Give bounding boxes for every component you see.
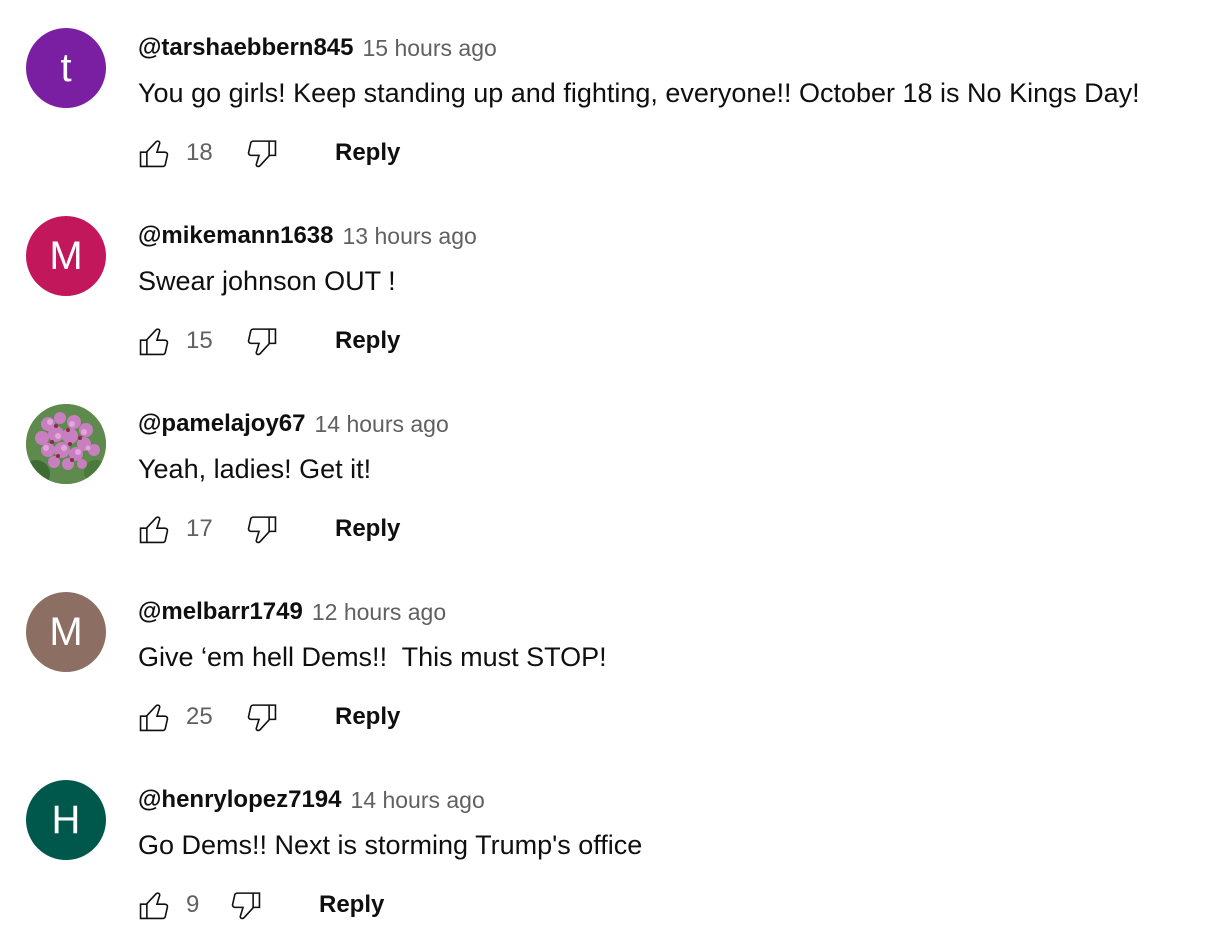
avatar-letter: M (49, 234, 83, 278)
dislike-button[interactable] (242, 134, 282, 172)
like-button[interactable] (134, 698, 174, 736)
reply-button[interactable]: Reply (335, 327, 400, 355)
comment-item: @pamelajoy67 14 hours ago Yeah, ladies! … (0, 376, 1216, 564)
avatar-letter: M (49, 610, 83, 654)
dislike-button[interactable] (242, 322, 282, 360)
avatar[interactable]: M (26, 592, 106, 672)
comment-actions: 17 Reply (134, 510, 400, 548)
comment-text: Go Dems!! Next is storming Trump's offic… (138, 830, 643, 860)
comment-item: M @melbarr1749 12 hours ago Give ‘em hel… (0, 564, 1216, 752)
thumbs-down-icon (247, 140, 277, 168)
avatar[interactable]: M (26, 216, 106, 296)
like-button[interactable] (134, 510, 174, 548)
like-button[interactable] (134, 322, 174, 360)
avatar[interactable]: H (26, 780, 106, 860)
thumbs-down-icon (247, 516, 277, 544)
reply-button[interactable]: Reply (319, 891, 384, 919)
comment-timestamp[interactable]: 14 hours ago (350, 787, 484, 814)
like-count: 9 (186, 891, 200, 918)
thumbs-up-icon (139, 140, 169, 168)
comment-author[interactable]: @pamelajoy67 (138, 410, 305, 438)
thumbs-up-icon (139, 704, 169, 732)
like-count: 15 (186, 327, 213, 354)
comment-header: @tarshaebbern845 15 hours ago (138, 32, 497, 64)
comment-text: Yeah, ladies! Get it! (138, 454, 372, 484)
comment-timestamp[interactable]: 15 hours ago (363, 35, 497, 62)
reply-button[interactable]: Reply (335, 703, 400, 731)
dislike-button[interactable] (242, 510, 282, 548)
dislike-button[interactable] (242, 698, 282, 736)
like-button[interactable] (134, 134, 174, 172)
like-count: 18 (186, 139, 213, 166)
like-count: 17 (186, 515, 213, 542)
comment-actions: 9 Reply (134, 886, 384, 924)
comment-author[interactable]: @mikemann1638 (138, 222, 334, 250)
comment-timestamp[interactable]: 13 hours ago (343, 223, 477, 250)
thumbs-down-icon (231, 892, 261, 920)
comment-text: Swear johnson OUT ! (138, 266, 396, 296)
comment-text: Give ‘em hell Dems!! This must STOP! (138, 642, 607, 672)
comment-actions: 25 Reply (134, 698, 400, 736)
like-button[interactable] (134, 886, 174, 924)
thumbs-up-icon (139, 516, 169, 544)
comment-header: @henrylopez7194 14 hours ago (138, 784, 485, 816)
comment-header: @melbarr1749 12 hours ago (138, 596, 446, 628)
comment-author[interactable]: @henrylopez7194 (138, 786, 341, 814)
comment-timestamp[interactable]: 12 hours ago (312, 599, 446, 626)
avatar[interactable] (26, 404, 106, 484)
comment-author[interactable]: @tarshaebbern845 (138, 34, 354, 62)
like-count: 25 (186, 703, 213, 730)
dislike-button[interactable] (226, 886, 266, 924)
comment-actions: 15 Reply (134, 322, 400, 360)
avatar[interactable]: t (26, 28, 106, 108)
reply-button[interactable]: Reply (335, 139, 400, 167)
thumbs-up-icon (139, 328, 169, 356)
comment-actions: 18 Reply (134, 134, 400, 172)
pink-flowers-photo (26, 404, 106, 484)
avatar-letter: t (60, 46, 72, 90)
comment-text: You go girls! Keep standing up and fight… (138, 78, 1140, 108)
comment-timestamp[interactable]: 14 hours ago (314, 411, 448, 438)
comment-author[interactable]: @melbarr1749 (138, 598, 303, 626)
comment-item: H @henrylopez7194 14 hours ago Go Dems!!… (0, 752, 1216, 940)
comment-item: t @tarshaebbern845 15 hours ago You go g… (0, 0, 1216, 188)
thumbs-up-icon (139, 892, 169, 920)
thumbs-down-icon (247, 328, 277, 356)
reply-button[interactable]: Reply (335, 515, 400, 543)
comment-item: M @mikemann1638 13 hours ago Swear johns… (0, 188, 1216, 376)
avatar-letter: H (51, 798, 81, 842)
comment-header: @pamelajoy67 14 hours ago (138, 408, 449, 440)
comment-header: @mikemann1638 13 hours ago (138, 220, 477, 252)
thumbs-down-icon (247, 704, 277, 732)
